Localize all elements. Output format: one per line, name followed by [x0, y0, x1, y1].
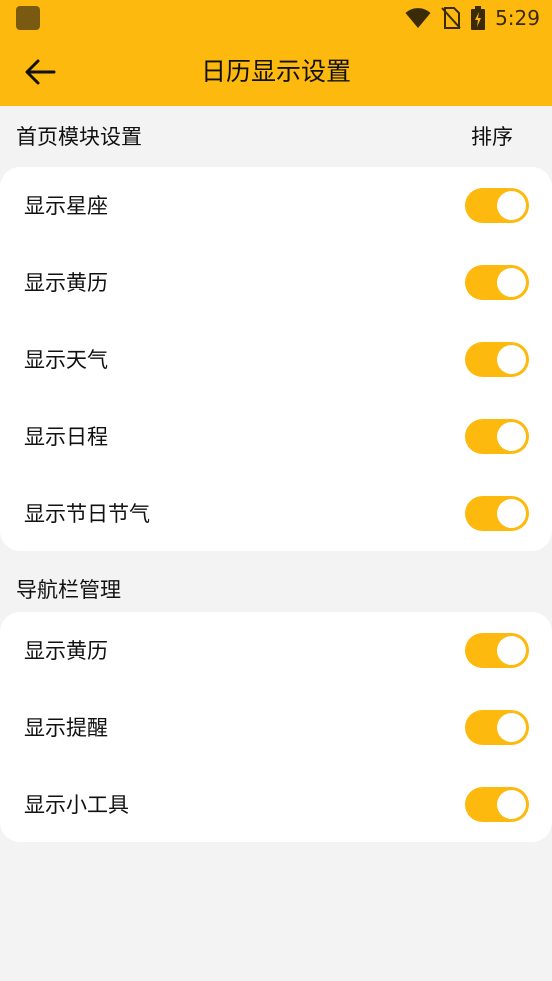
toggle-knob — [497, 422, 526, 451]
no-sim-icon — [441, 6, 461, 30]
setting-label: 显示提醒 — [24, 715, 108, 740]
toggle-knob — [497, 499, 526, 528]
nav-reminders-toggle[interactable] — [465, 710, 529, 745]
toggle-knob — [497, 191, 526, 220]
nav-tools-toggle[interactable] — [465, 787, 529, 822]
setting-label: 显示日程 — [24, 424, 108, 449]
navigation-card: 显示黄历 显示提醒 显示小工具 — [0, 612, 552, 842]
setting-row-constellation[interactable]: 显示星座 — [0, 167, 552, 244]
toggle-knob — [497, 713, 526, 742]
setting-row-festivals[interactable]: 显示节日节气 — [0, 475, 552, 552]
nav-row-tools[interactable]: 显示小工具 — [0, 766, 552, 843]
section-title-home-modules: 首页模块设置 — [16, 125, 142, 149]
setting-row-schedule[interactable]: 显示日程 — [0, 398, 552, 475]
nav-almanac-toggle[interactable] — [465, 633, 529, 668]
almanac-toggle[interactable] — [465, 265, 529, 300]
status-bar: 5:29 — [0, 0, 552, 36]
toggle-knob — [497, 268, 526, 297]
top-app-bar: 5:29 日历显示设置 — [0, 0, 552, 106]
setting-label: 显示星座 — [24, 193, 108, 218]
battery-charging-icon — [471, 6, 486, 30]
nav-row-almanac[interactable]: 显示黄历 — [0, 612, 552, 689]
setting-label: 显示小工具 — [24, 792, 129, 817]
section-title-navigation: 导航栏管理 — [16, 578, 121, 602]
wifi-icon — [405, 7, 431, 29]
toggle-knob — [497, 636, 526, 665]
setting-label: 显示节日节气 — [24, 501, 150, 526]
constellation-toggle[interactable] — [465, 188, 529, 223]
festivals-toggle[interactable] — [465, 496, 529, 531]
setting-row-almanac[interactable]: 显示黄历 — [0, 244, 552, 321]
home-modules-card: 显示星座 显示黄历 显示天气 显示日程 显示节日节气 — [0, 167, 552, 551]
app-icon — [16, 6, 40, 30]
status-icons: 5:29 — [405, 0, 540, 36]
setting-row-weather[interactable]: 显示天气 — [0, 321, 552, 398]
sort-button[interactable]: 排序 — [471, 122, 513, 152]
setting-label: 显示天气 — [24, 347, 108, 372]
page-title: 日历显示设置 — [200, 57, 351, 86]
weather-toggle[interactable] — [465, 342, 529, 377]
nav-row-reminders[interactable]: 显示提醒 — [0, 689, 552, 766]
setting-label: 显示黄历 — [24, 270, 108, 295]
toggle-knob — [497, 345, 526, 374]
schedule-toggle[interactable] — [465, 419, 529, 454]
toggle-knob — [497, 790, 526, 819]
setting-label: 显示黄历 — [24, 638, 108, 663]
status-time: 5:29 — [495, 6, 540, 30]
